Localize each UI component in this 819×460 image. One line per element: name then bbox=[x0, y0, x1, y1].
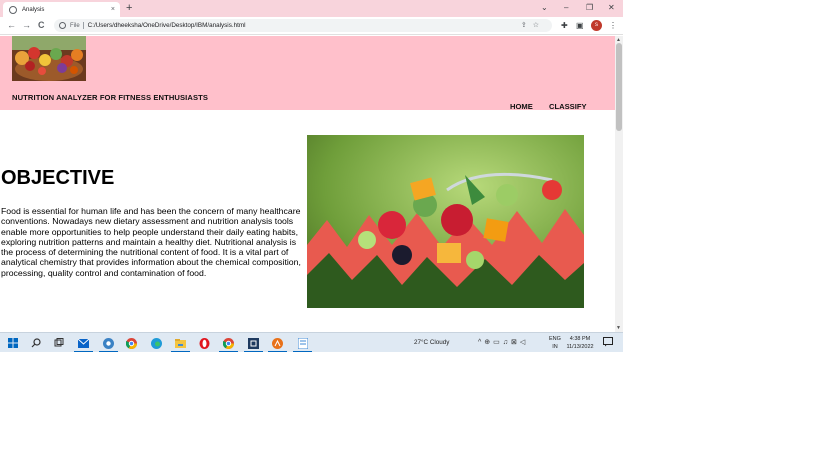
clock[interactable]: 4:38 PM 11/13/2022 bbox=[564, 335, 596, 351]
site-header: NUTRITION ANALYZER FOR FITNESS ENTHUSIAS… bbox=[0, 36, 615, 111]
weather-widget[interactable]: 27°C Cloudy bbox=[414, 339, 449, 346]
address-bar[interactable]: File C:/Users/dheeksha/OneDrive/Desktop/… bbox=[54, 19, 552, 32]
edge-icon[interactable] bbox=[150, 337, 163, 349]
fruit-salad-image bbox=[307, 135, 584, 308]
nav-classify-link[interactable]: CLASSIFY bbox=[549, 102, 587, 111]
forward-button[interactable]: → bbox=[22, 20, 31, 31]
task-view-icon[interactable] bbox=[52, 337, 65, 349]
vscode-icon[interactable] bbox=[244, 337, 263, 352]
notepad-icon[interactable] bbox=[293, 337, 312, 352]
lang-region: IN bbox=[552, 344, 558, 350]
scroll-down-icon[interactable]: ▼ bbox=[616, 325, 621, 331]
language-indicator[interactable]: ENG IN bbox=[549, 335, 561, 351]
fruit-basket-logo bbox=[12, 36, 86, 81]
browser-tab[interactable]: Analysis × bbox=[3, 2, 120, 17]
start-icon[interactable] bbox=[6, 337, 19, 349]
scroll-thumb[interactable] bbox=[616, 43, 622, 131]
scheme-label: File bbox=[70, 22, 80, 29]
info-icon[interactable] bbox=[59, 22, 66, 29]
page-viewport: NUTRITION ANALYZER FOR FITNESS ENTHUSIAS… bbox=[0, 36, 615, 332]
windows-taskbar: 27°C Cloudy ^⊕▭♫⊠◁ ENG IN 4:38 PM 11/13/… bbox=[0, 332, 623, 352]
back-button[interactable]: ← bbox=[7, 20, 16, 31]
search-icon[interactable] bbox=[29, 337, 42, 349]
side-panel-icon[interactable]: ▣ bbox=[576, 21, 584, 30]
mail-icon[interactable] bbox=[74, 337, 93, 352]
new-tab-button[interactable]: + bbox=[126, 3, 132, 14]
divider bbox=[82, 22, 84, 29]
app-icon[interactable] bbox=[268, 337, 287, 352]
nav-home-link[interactable]: HOME bbox=[510, 102, 533, 111]
close-window-button[interactable]: ✕ bbox=[608, 3, 615, 12]
chrome-icon[interactable] bbox=[125, 337, 138, 349]
extensions-icon[interactable]: ✚ bbox=[561, 21, 568, 30]
opera-icon[interactable] bbox=[198, 337, 211, 349]
url-text[interactable]: C:/Users/dheeksha/OneDrive/Desktop/IBM/a… bbox=[88, 22, 246, 29]
chrome-icon[interactable] bbox=[99, 337, 118, 352]
objective-heading: OBJECTIVE bbox=[1, 167, 115, 189]
site-title: NUTRITION ANALYZER FOR FITNESS ENTHUSIAS… bbox=[12, 93, 209, 102]
clock-date: 11/13/2022 bbox=[566, 344, 594, 350]
globe-icon bbox=[9, 5, 17, 14]
system-tray-icons[interactable]: ^⊕▭♫⊠◁ bbox=[478, 338, 528, 346]
chrome-icon[interactable] bbox=[219, 337, 238, 352]
lang-code: ENG bbox=[549, 336, 561, 342]
tab-search-icon[interactable]: ⌄ bbox=[541, 3, 548, 12]
clock-time: 4:38 PM bbox=[569, 336, 591, 342]
minimize-button[interactable]: – bbox=[564, 3, 568, 12]
browser-tab-strip: Analysis × + ⌄ – ❐ ✕ bbox=[0, 0, 623, 17]
notification-icon[interactable] bbox=[603, 337, 613, 347]
page-scrollbar[interactable]: ▲ ▼ bbox=[615, 36, 623, 332]
menu-icon[interactable]: ⋮ bbox=[609, 21, 617, 30]
browser-toolbar: ← → C File C:/Users/dheeksha/OneDrive/De… bbox=[0, 17, 623, 35]
tab-title: Analysis bbox=[22, 6, 45, 13]
reload-button[interactable]: C bbox=[38, 20, 45, 31]
file-explorer-icon[interactable] bbox=[171, 337, 190, 352]
profile-avatar[interactable]: s bbox=[591, 20, 602, 31]
share-bookmark-icons[interactable]: ⇪☆ bbox=[521, 21, 545, 29]
screen: Analysis × + ⌄ – ❐ ✕ ← → C File C:/Users… bbox=[0, 0, 623, 352]
maximize-button[interactable]: ❐ bbox=[586, 3, 593, 12]
close-tab-icon[interactable]: × bbox=[111, 6, 115, 13]
objective-paragraph: Food is essential for human life and has… bbox=[1, 206, 301, 278]
